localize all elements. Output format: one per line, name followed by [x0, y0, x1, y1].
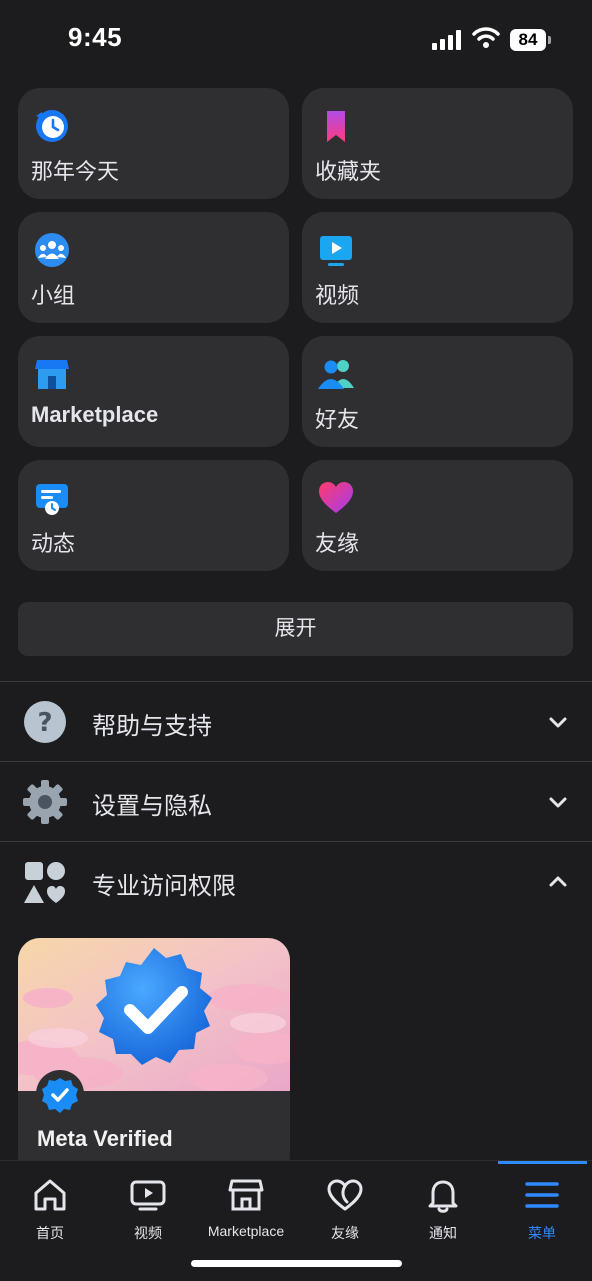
- chevron-up-icon: [549, 876, 567, 887]
- meta-verified-title: Meta Verified: [37, 1126, 173, 1151]
- friends-icon: [318, 360, 354, 389]
- battery-indicator: 84: [510, 29, 552, 51]
- tab-marketplace[interactable]: Marketplace: [196, 1175, 296, 1245]
- cellular-signal-icon: [432, 30, 461, 50]
- section-title: 专业访问权限: [92, 873, 236, 900]
- shortcut-label: 那年今天: [31, 159, 120, 184]
- tab-label: 友缘: [331, 1225, 359, 1241]
- bookmark-icon: [327, 111, 345, 142]
- tab-label: 通知: [429, 1225, 457, 1241]
- shortcut-saved[interactable]: 收藏夹: [302, 88, 573, 199]
- tab-label: Marketplace: [207, 1223, 285, 1239]
- menu-icon: [525, 1182, 559, 1208]
- chevron-down-icon: [549, 717, 567, 728]
- help-question-icon: ?: [24, 701, 66, 743]
- tab-notifications[interactable]: 通知: [393, 1175, 493, 1245]
- tab-dating[interactable]: 友缘: [295, 1175, 395, 1245]
- shortcut-dating[interactable]: 友缘: [302, 460, 573, 571]
- shortcut-memories[interactable]: 那年今天: [18, 88, 289, 199]
- home-indicator[interactable]: [191, 1260, 402, 1267]
- tab-home[interactable]: 首页: [0, 1175, 100, 1245]
- shortcut-label: 收藏夹: [315, 159, 382, 184]
- status-time: 9:45: [68, 22, 123, 52]
- marketplace-icon: [228, 1179, 264, 1211]
- meta-verified-card[interactable]: Meta Verified: [18, 938, 290, 1178]
- section-help-support[interactable]: ? 帮助与支持: [0, 682, 592, 761]
- shortcut-label: 好友: [315, 407, 360, 432]
- section-title: 设置与隐私: [92, 793, 212, 820]
- storefront-icon: [35, 360, 69, 389]
- verified-check-icon: [42, 1078, 78, 1113]
- video-icon: [130, 1180, 166, 1211]
- settings-gear-icon: [23, 780, 67, 824]
- wifi-icon: [472, 27, 500, 48]
- tab-label: 菜单: [528, 1225, 556, 1241]
- section-settings-privacy[interactable]: 设置与隐私: [0, 762, 592, 841]
- tab-label: 视频: [134, 1225, 162, 1241]
- tab-menu[interactable]: 菜单: [492, 1175, 592, 1245]
- tab-label: 首页: [36, 1225, 64, 1241]
- status-bar: 9:45 84: [0, 0, 592, 80]
- clock-history-icon: [36, 110, 68, 142]
- verified-badge-avatar: [36, 1070, 84, 1118]
- active-tab-indicator: [498, 1161, 587, 1164]
- dating-icon: [327, 1179, 363, 1211]
- shortcut-label: 友缘: [315, 531, 360, 556]
- shortcut-marketplace[interactable]: Marketplace: [18, 336, 289, 447]
- shortcut-friends[interactable]: 好友: [302, 336, 573, 447]
- section-title: 帮助与支持: [92, 713, 212, 740]
- bell-icon: [428, 1180, 458, 1213]
- shortcut-feeds[interactable]: 动态: [18, 460, 289, 571]
- dating-heart-icon: [319, 482, 353, 513]
- tab-video[interactable]: 视频: [98, 1175, 198, 1245]
- shortcut-label: 小组: [31, 283, 76, 308]
- shortcut-label: 动态: [31, 531, 76, 556]
- feeds-icon: [36, 484, 68, 515]
- svg-text:?: ?: [37, 708, 52, 738]
- chevron-down-icon: [549, 797, 567, 808]
- video-screen-icon: [320, 236, 352, 266]
- shortcut-label: 视频: [315, 283, 360, 308]
- battery-level: 84: [510, 29, 546, 51]
- home-icon: [34, 1179, 66, 1211]
- section-professional-access[interactable]: 专业访问权限: [0, 842, 592, 921]
- shortcut-groups[interactable]: 小组: [18, 212, 289, 323]
- expand-button[interactable]: 展开: [18, 602, 573, 656]
- shortcut-label: Marketplace: [31, 402, 159, 427]
- groups-icon: [35, 233, 69, 267]
- battery-tip: [548, 36, 551, 44]
- shapes-icon: [24, 862, 65, 903]
- shortcut-video[interactable]: 视频: [302, 212, 573, 323]
- verified-badge-illustration: [18, 938, 290, 1091]
